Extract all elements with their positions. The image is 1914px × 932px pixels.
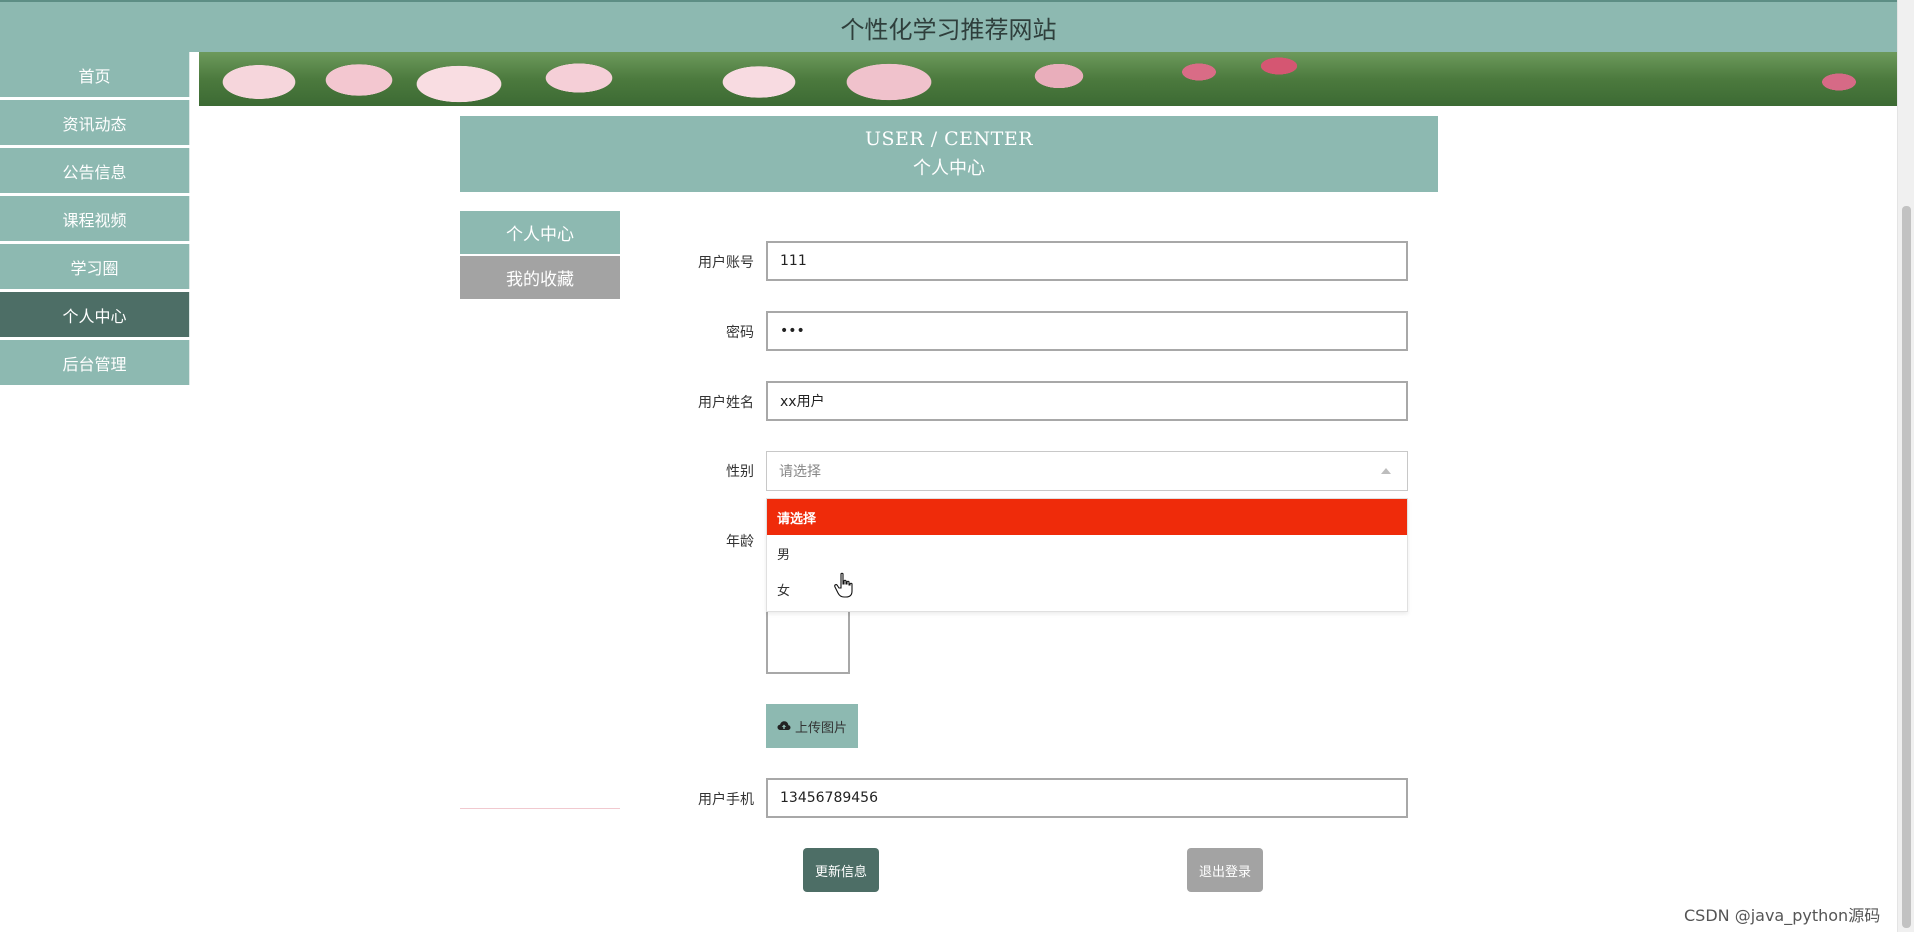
sidebar-item-user-center[interactable]: 个人中心 <box>0 292 190 337</box>
sidebar-item-news[interactable]: 资讯动态 <box>0 100 190 145</box>
sidebar-item-label: 首页 <box>78 66 111 86</box>
tab-user-center[interactable]: 个人中心 <box>460 211 620 254</box>
account-label: 用户账号 <box>698 255 754 271</box>
gender-select[interactable]: 请选择 <box>766 451 1408 491</box>
account-value: 111 <box>780 253 807 269</box>
tab-label: 我的收藏 <box>506 270 574 290</box>
name-input[interactable]: xx用户 <box>766 381 1408 421</box>
option-label: 男 <box>777 547 791 563</box>
sidebar-item-label: 个人中心 <box>62 306 127 326</box>
password-label: 密码 <box>726 325 754 341</box>
sidebar-item-label: 学习圈 <box>70 258 119 278</box>
account-input[interactable]: 111 <box>766 241 1408 281</box>
gender-dropdown: 请选择 男 女 <box>766 498 1408 612</box>
caret-up-icon <box>1381 468 1391 474</box>
hand-cursor-icon <box>834 572 853 598</box>
sidebar-item-label: 后台管理 <box>62 354 127 374</box>
scrollbar[interactable] <box>1897 0 1914 932</box>
password-input[interactable]: ••• <box>766 311 1408 351</box>
option-label: 请选择 <box>777 511 817 527</box>
phone-value: 13456789456 <box>780 790 878 806</box>
sidebar-item-label: 公告信息 <box>62 162 127 182</box>
scrollbar-thumb[interactable] <box>1902 206 1911 928</box>
watermark: CSDN @java_python源码 <box>1684 906 1881 925</box>
sidebar-item-study-circle[interactable]: 学习圈 <box>0 244 190 289</box>
gender-option-default[interactable]: 请选择 <box>767 499 1407 535</box>
inner-tabs: 个人中心 我的收藏 <box>460 211 620 301</box>
section-title-en: USER / CENTER <box>864 128 1034 150</box>
age-label: 年龄 <box>726 534 754 550</box>
sidebar-item-home[interactable]: 首页 <box>0 52 190 97</box>
logout-label: 退出登录 <box>1198 864 1251 880</box>
sidebar-item-label: 课程视频 <box>62 210 127 230</box>
gender-option-male[interactable]: 男 <box>767 535 1407 571</box>
update-label: 更新信息 <box>814 864 867 880</box>
gender-placeholder: 请选择 <box>779 464 821 480</box>
cloud-upload-icon <box>777 721 791 730</box>
sidebar-nav: 首页 资讯动态 公告信息 课程视频 学习圈 个人中心 后台管理 <box>0 52 190 388</box>
logout-button[interactable]: 退出登录 <box>1187 848 1263 892</box>
phone-input[interactable]: 13456789456 <box>766 778 1408 818</box>
password-value: ••• <box>780 323 805 339</box>
tab-my-favorites[interactable]: 我的收藏 <box>460 256 620 299</box>
update-info-button[interactable]: 更新信息 <box>803 848 879 892</box>
site-header: 个性化学习推荐网站 <box>0 0 1897 52</box>
sidebar-item-notices[interactable]: 公告信息 <box>0 148 190 193</box>
section-title: USER / CENTER 个人中心 <box>460 116 1438 192</box>
upload-image-button[interactable]: 上传图片 <box>766 704 858 748</box>
sidebar-item-admin[interactable]: 后台管理 <box>0 340 190 385</box>
upload-label: 上传图片 <box>794 720 847 736</box>
tab-label: 个人中心 <box>506 225 574 245</box>
name-value: xx用户 <box>780 394 825 410</box>
option-label: 女 <box>777 583 791 599</box>
sidebar-item-course-videos[interactable]: 课程视频 <box>0 196 190 241</box>
banner-image <box>199 52 1897 106</box>
gender-option-female[interactable]: 女 <box>767 571 1407 607</box>
gender-label: 性别 <box>726 464 754 480</box>
phone-label: 用户手机 <box>698 792 754 808</box>
site-title: 个性化学习推荐网站 <box>840 15 1057 44</box>
sidebar-item-label: 资讯动态 <box>62 114 127 134</box>
name-label: 用户姓名 <box>698 395 754 411</box>
page: 个性化学习推荐网站 首页 资讯动态 公告信息 课程视频 学习圈 个人中心 后台管… <box>0 0 1914 932</box>
section-title-cn: 个人中心 <box>913 158 985 179</box>
avatar-preview <box>766 610 850 674</box>
divider <box>460 808 620 809</box>
